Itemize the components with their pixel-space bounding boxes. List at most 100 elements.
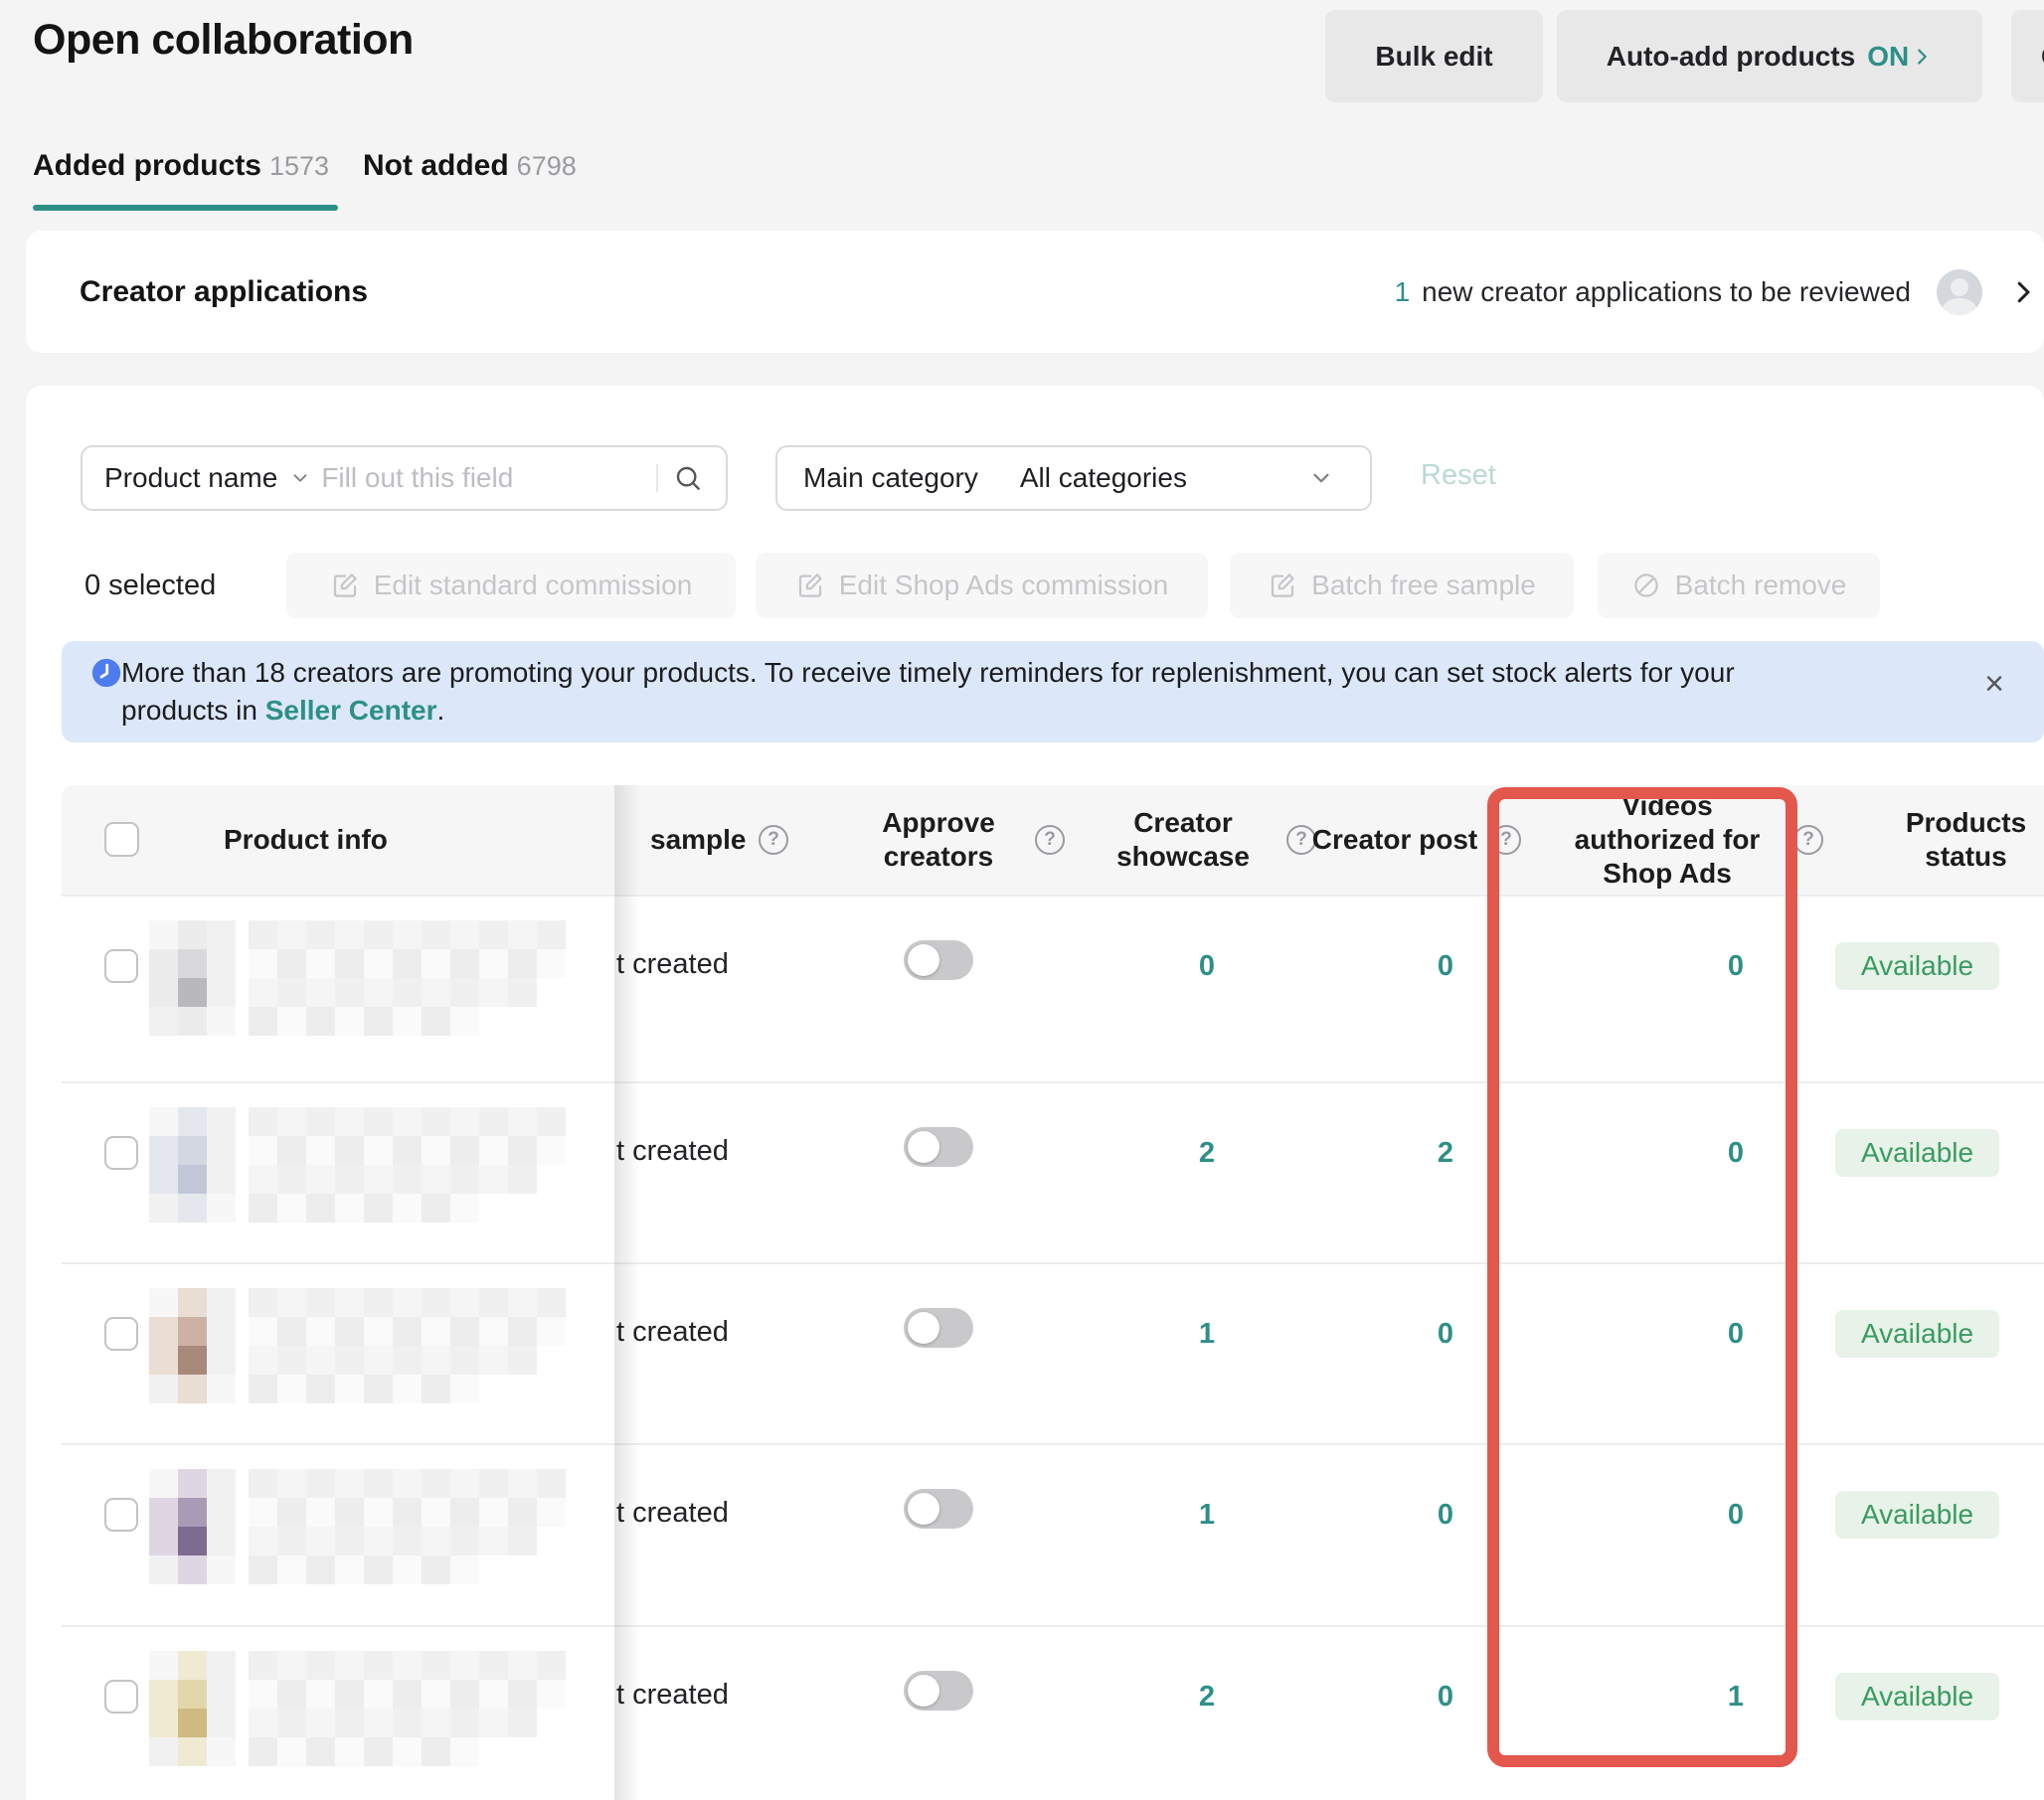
tab-not-added[interactable]: Not added 6798	[363, 149, 577, 183]
approve-creators-toggle[interactable]	[904, 1308, 973, 1348]
creator-showcase-count[interactable]: 0	[1106, 950, 1215, 983]
creator-showcase-count[interactable]: 2	[1106, 1681, 1215, 1714]
sample-status: t created	[616, 1135, 729, 1168]
creator-post-count[interactable]: 0	[1344, 1318, 1453, 1351]
creator-showcase-count[interactable]: 1	[1106, 1499, 1215, 1532]
batch-free-sample-button[interactable]: Batch free sample	[1230, 553, 1574, 618]
page-title: Open collaboration	[33, 16, 414, 65]
edit-shop-ads-commission-button[interactable]: Edit Shop Ads commission	[756, 553, 1208, 618]
table-row: t created 2 2 0 Available	[62, 1081, 2044, 1262]
batch-free-sample-label: Batch free sample	[1311, 570, 1536, 601]
row-checkbox[interactable]	[104, 949, 138, 983]
approve-creators-toggle[interactable]	[904, 1671, 973, 1711]
help-icon[interactable]	[1491, 825, 1521, 855]
product-thumbnail-blurred	[149, 1093, 567, 1232]
close-icon[interactable]: ×	[1984, 667, 2004, 701]
creator-post-count[interactable]: 0	[1344, 950, 1453, 983]
toggle-knob	[908, 944, 939, 976]
edit-standard-commission-button[interactable]: Edit standard commission	[286, 553, 736, 618]
search-icon[interactable]	[672, 462, 704, 494]
tab-added-products-label: Added products	[33, 149, 261, 183]
toggle-knob	[908, 1312, 939, 1344]
partial-cropped-button[interactable]: C	[2011, 10, 2044, 102]
table-row: t created 2 0 1 Available	[62, 1625, 2044, 1800]
edit-icon	[1268, 571, 1297, 600]
column-product-info: Product info	[224, 785, 388, 895]
column-creator-post: Creator post	[1310, 785, 1479, 895]
toggle-knob	[908, 1493, 939, 1525]
column-approve-creators: Approve creators	[859, 785, 1018, 895]
sample-status: t created	[616, 1679, 729, 1712]
help-icon[interactable]	[759, 825, 788, 855]
videos-authorized-count[interactable]: 1	[1634, 1681, 1744, 1714]
creator-showcase-count[interactable]: 2	[1106, 1137, 1215, 1170]
column-videos-authorized: Videos authorized for Shop Ads	[1553, 785, 1782, 895]
row-checkbox[interactable]	[104, 1498, 138, 1532]
search-field-selector[interactable]: Product name	[104, 462, 277, 494]
creator-post-count[interactable]: 2	[1344, 1137, 1453, 1170]
bulk-edit-button[interactable]: Bulk edit	[1325, 10, 1543, 102]
tab-added-products-count: 1573	[269, 151, 329, 182]
creator-applications-card: Creator applications 1 new creator appli…	[26, 231, 2044, 353]
product-status-badge: Available	[1835, 1491, 1999, 1539]
chevron-down-icon[interactable]	[289, 467, 311, 489]
creator-showcase-count[interactable]: 1	[1106, 1318, 1215, 1351]
selected-count: 0 selected	[85, 553, 216, 618]
open-collaboration-page: Open collaboration Bulk edit Auto-add pr…	[0, 0, 2044, 1800]
product-status-badge: Available	[1835, 1129, 1999, 1177]
new-applications-message: new creator applications to be reviewed	[1422, 276, 1911, 308]
creator-post-count[interactable]: 0	[1344, 1499, 1453, 1532]
edit-standard-commission-label: Edit standard commission	[374, 570, 693, 601]
sample-status: t created	[616, 1497, 729, 1530]
videos-authorized-count[interactable]: 0	[1634, 1318, 1744, 1351]
bulk-edit-label: Bulk edit	[1375, 41, 1492, 73]
input-divider	[656, 464, 658, 492]
videos-authorized-count[interactable]: 0	[1634, 950, 1744, 983]
videos-authorized-count[interactable]: 0	[1634, 1137, 1744, 1170]
help-icon[interactable]	[1793, 825, 1823, 855]
approve-creators-toggle[interactable]	[904, 1127, 973, 1167]
banner-line2: products in	[121, 695, 265, 726]
row-checkbox[interactable]	[104, 1136, 138, 1170]
auto-add-products-button[interactable]: Auto-add products ON	[1557, 10, 1982, 102]
product-thumbnail-blurred	[149, 1455, 567, 1594]
product-thumbnail-blurred	[149, 1274, 567, 1413]
active-tab-underline	[33, 205, 338, 211]
creator-applications-summary[interactable]: 1 new creator applications to be reviewe…	[1395, 231, 2040, 353]
chevron-right-icon[interactable]	[2008, 277, 2038, 307]
column-creator-showcase: Creator showcase	[1094, 785, 1273, 895]
creator-post-count[interactable]: 0	[1344, 1681, 1453, 1714]
creator-avatar	[1937, 269, 1982, 315]
banner-suffix: .	[437, 695, 445, 726]
product-status-badge: Available	[1835, 1673, 1999, 1720]
row-checkbox[interactable]	[104, 1680, 138, 1714]
chevron-down-icon	[1308, 465, 1334, 491]
reset-filters-button[interactable]: Reset	[1421, 459, 1496, 492]
seller-center-link[interactable]: Seller Center	[265, 695, 437, 726]
product-status-badge: Available	[1835, 1310, 1999, 1358]
stock-alert-banner: More than 18 creators are promoting your…	[62, 641, 2044, 742]
new-applications-count: 1	[1395, 276, 1411, 308]
clock-icon	[89, 656, 123, 690]
product-search-filter: Product name	[81, 445, 728, 511]
batch-remove-button[interactable]: Batch remove	[1598, 553, 1880, 618]
tab-added-products[interactable]: Added products 1573	[33, 149, 329, 183]
videos-authorized-count[interactable]: 0	[1634, 1499, 1744, 1532]
tab-not-added-label: Not added	[363, 149, 509, 183]
search-input[interactable]	[321, 462, 656, 494]
auto-add-label: Auto-add products	[1607, 41, 1855, 73]
product-thumbnail-blurred	[149, 1637, 567, 1776]
main-category-filter[interactable]: Main category All categories	[775, 445, 1372, 511]
approve-creators-toggle[interactable]	[904, 940, 973, 980]
table-header: Product info sample Approve creators Cre…	[62, 785, 2044, 895]
sample-status: t created	[616, 1316, 729, 1349]
select-all-checkbox[interactable]	[104, 822, 139, 857]
row-checkbox[interactable]	[104, 1317, 138, 1351]
approve-creators-toggle[interactable]	[904, 1489, 973, 1529]
help-icon[interactable]	[1035, 825, 1065, 855]
chevron-right-icon	[1911, 46, 1933, 68]
table-row: t created 0 0 0 Available	[62, 895, 2044, 1081]
product-status-badge: Available	[1835, 942, 1999, 990]
product-thumbnail-blurred	[149, 906, 567, 1046]
edit-icon	[330, 571, 360, 600]
